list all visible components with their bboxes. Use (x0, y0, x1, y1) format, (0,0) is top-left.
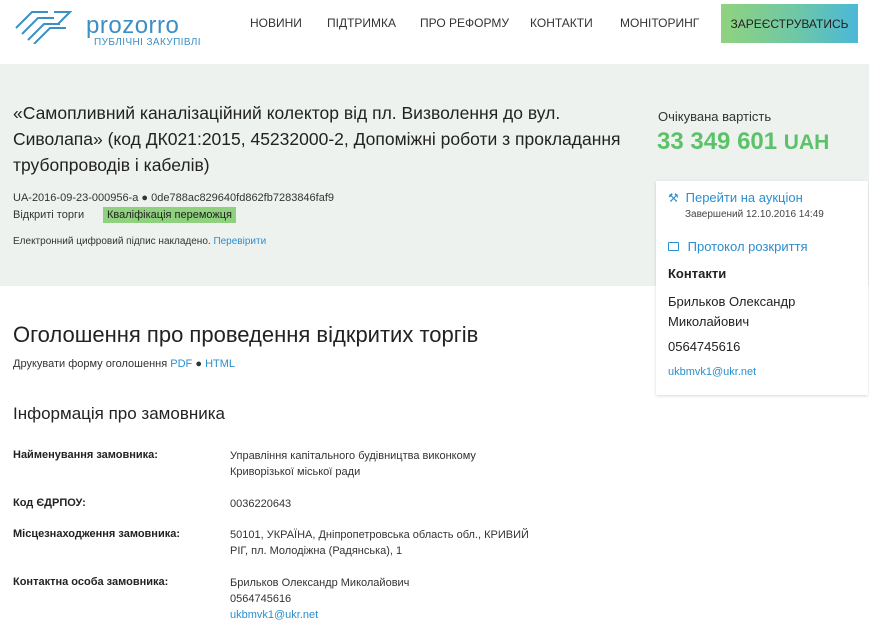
protocol-link-label: Протокол розкриття (687, 239, 808, 254)
auction-date: Завершений 12.10.2016 14:49 (685, 209, 824, 220)
verify-signature-link[interactable]: Перевірити (213, 236, 266, 247)
signature-notice: Електронний цифровий підпис накладено. П… (13, 236, 266, 247)
contact-person-value: Брильков Олександр Миколайович 056474561… (230, 575, 530, 623)
gavel-icon: ⚒ (668, 191, 679, 205)
prozorro-logo[interactable]: prozorro ПУБЛІЧНІ ЗАКУПІВЛІ (14, 8, 204, 48)
contact-email-link[interactable]: ukbmvk1@ukr.net (668, 366, 756, 378)
site-header: prozorro ПУБЛІЧНІ ЗАКУПІВЛІ НОВИНИ ПІДТР… (0, 0, 869, 64)
print-html-link[interactable]: HTML (205, 358, 235, 370)
customer-location-label: Місцезнаходження замовника: (13, 528, 180, 540)
register-button[interactable]: ЗАРЕЄСТРУВАТИСЬ (721, 4, 858, 43)
customer-info-heading: Інформація про замовника (13, 404, 226, 423)
nav-support[interactable]: ПІДТРИМКА (327, 16, 396, 30)
tender-title: «Самопливний каналізаційний колектор від… (13, 103, 621, 175)
protocol-link[interactable]: Протокол розкриття (668, 239, 808, 254)
folder-icon (668, 242, 679, 252)
expected-value-label: Очікувана вартість (658, 109, 772, 124)
print-form-line: Друкувати форму оголошення PDF ● HTML (13, 358, 235, 370)
nav-monitoring[interactable]: МОНІТОРИНГ (620, 16, 699, 30)
auction-link-label: Перейти на аукціон (685, 190, 803, 205)
expected-value-amount: 33 349 601 (657, 128, 778, 155)
contacts-heading: Контакти (668, 266, 727, 281)
signature-text: Електронний цифровий підпис накладено. (13, 236, 211, 247)
contact-phone: 0564745616 (668, 339, 741, 354)
logo-name: prozorro (86, 12, 180, 39)
nav-news[interactable]: НОВИНИ (250, 16, 302, 30)
nav-contacts[interactable]: КОНТАКТИ (530, 16, 593, 30)
expected-value-currency: UAH (783, 131, 830, 154)
contact-person-name: Брильков Олександр Миколайович (230, 577, 410, 589)
logo-mark-icon (15, 11, 73, 44)
edrpou-label: Код ЄДРПОУ: (13, 497, 86, 509)
print-form-label: Друкувати форму оголошення (13, 358, 168, 370)
print-separator: ● (195, 358, 202, 370)
edrpou-value: 0036220643 (230, 498, 292, 510)
contact-person-label: Контактна особа замовника: (13, 576, 169, 588)
announcement-title: Оголошення про проведення відкритих торг… (13, 322, 479, 347)
side-info-card: ⚒ Перейти на аукціон Завершений 12.10.20… (656, 181, 868, 395)
customer-name-value: Управління капітального будівництва вико… (230, 450, 476, 478)
print-pdf-link[interactable]: PDF (170, 358, 192, 370)
contact-person-email-link[interactable]: ukbmvk1@ukr.net (230, 609, 318, 621)
status-badge: Кваліфікація переможця (103, 207, 237, 223)
auction-link[interactable]: ⚒ Перейти на аукціон (668, 190, 803, 205)
nav-about-reform[interactable]: ПРО РЕФОРМУ (420, 16, 509, 30)
tender-id: UA-2016-09-23-000956-a ● 0de788ac829640f… (13, 192, 335, 204)
contact-name: Брильков Олександр Миколайович (668, 294, 796, 329)
contact-person-phone: 0564745616 (230, 593, 292, 605)
expected-value: 33 349 601 UAH (657, 128, 829, 156)
logo-tagline: ПУБЛІЧНІ ЗАКУПІВЛІ (94, 37, 201, 48)
procedure-type: Відкриті торги (13, 209, 85, 221)
customer-name-label: Найменування замовника: (13, 449, 158, 461)
customer-location-value: 50101, УКРАЇНА, Дніпропетровська область… (230, 529, 529, 557)
